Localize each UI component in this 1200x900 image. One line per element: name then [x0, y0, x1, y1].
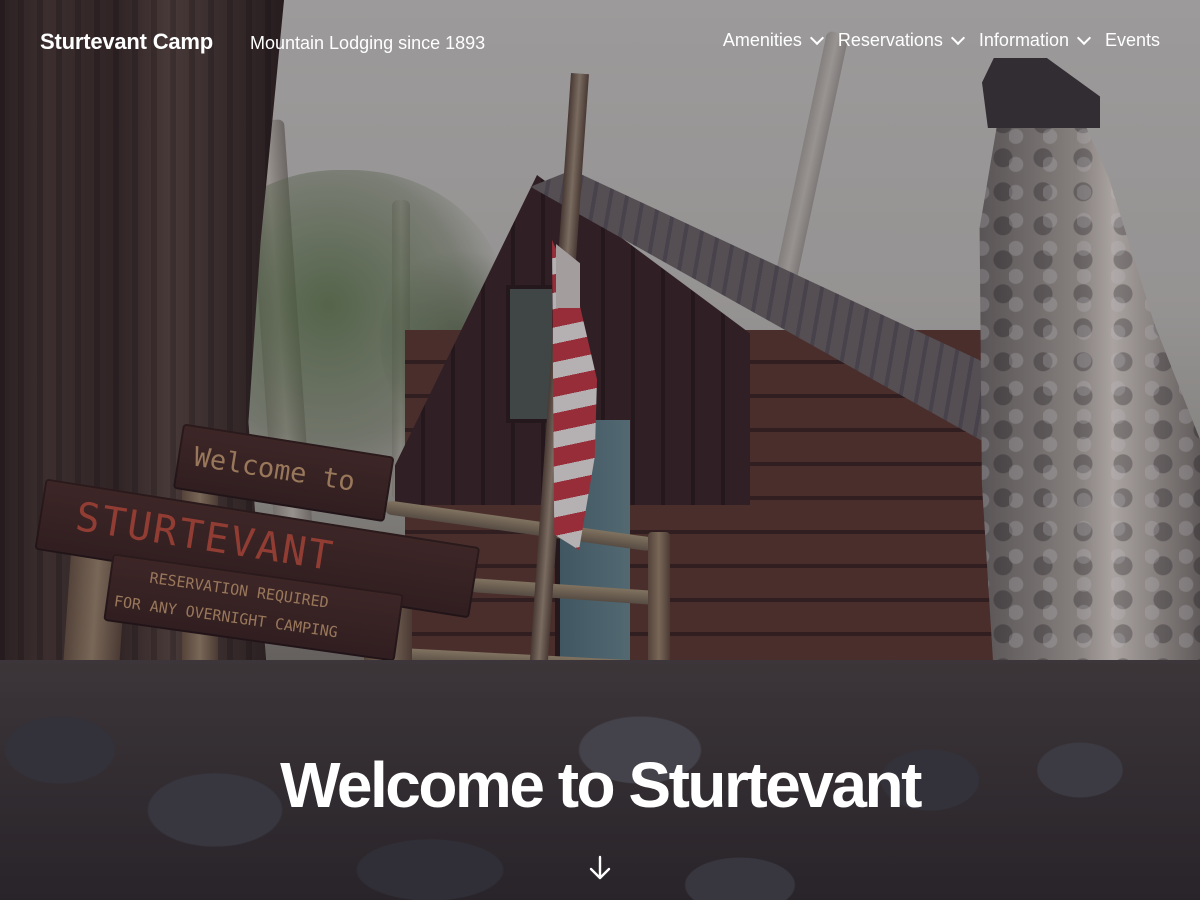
- nav-item-events[interactable]: Events: [1105, 30, 1160, 51]
- site-tagline: Mountain Lodging since 1893: [250, 33, 486, 53]
- arrow-down-icon[interactable]: [589, 855, 611, 881]
- site-header: Sturtevant Camp Mountain Lodging since 1…: [0, 0, 1200, 84]
- chevron-down-icon[interactable]: [1076, 30, 1092, 46]
- chevron-down-icon[interactable]: [950, 30, 965, 46]
- primary-nav: Amenities Reservations Information Event…: [723, 30, 1160, 51]
- nav-item-information[interactable]: Information: [978, 30, 1092, 51]
- nav-item-label: Reservations: [837, 30, 943, 50]
- nav-item-label: Amenities: [722, 30, 802, 50]
- site-title[interactable]: Sturtevant Camp: [40, 29, 213, 55]
- hero-title: Welcome to Sturtevant: [280, 749, 922, 821]
- chevron-down-icon[interactable]: [809, 30, 824, 46]
- nav-item-label: Information: [978, 30, 1069, 50]
- nav-item-reservations[interactable]: Reservations: [837, 30, 965, 51]
- nav-item-label: Events: [1104, 30, 1160, 50]
- nav-item-amenities[interactable]: Amenities: [722, 30, 824, 51]
